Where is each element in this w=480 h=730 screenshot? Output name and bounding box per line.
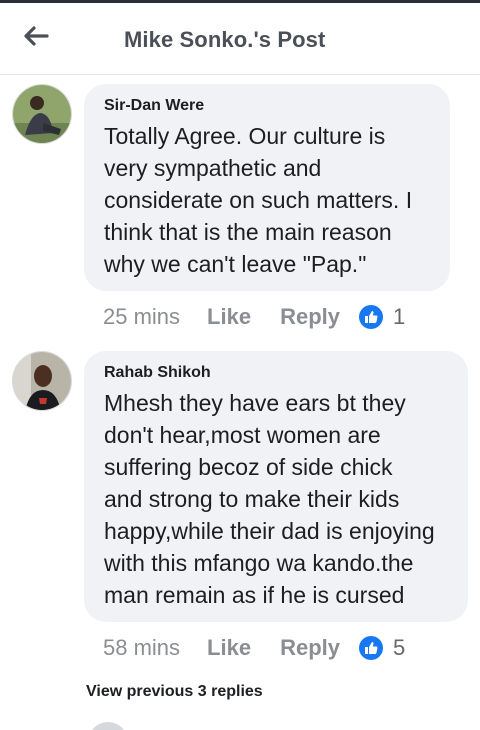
post-header: Mike Sonko.'s Post (0, 3, 480, 75)
like-button[interactable]: Like (207, 635, 251, 661)
comment-timestamp: 25 mins (103, 304, 181, 329)
like-button[interactable]: Like (207, 304, 251, 330)
reaction-count[interactable]: 1 (393, 304, 405, 330)
back-button[interactable] (18, 21, 54, 51)
reply-button[interactable]: Reply (280, 635, 340, 661)
comment-bubble: Rahab Shikoh Mhesh they have ears bt the… (84, 351, 468, 622)
comment-actions: 25 mins Like Reply 1 (103, 302, 405, 332)
reply-button[interactable]: Reply (280, 304, 340, 330)
reaction-count[interactable]: 5 (393, 635, 405, 661)
thumbs-up-icon[interactable] (358, 635, 384, 661)
avatar[interactable] (12, 84, 72, 144)
comment-author[interactable]: Rahab Shikoh (104, 363, 448, 383)
avatar[interactable] (88, 722, 128, 730)
thumbs-up-icon[interactable] (358, 304, 384, 330)
comment-text: Mhesh they have ears bt they don't hear,… (104, 390, 435, 608)
page-title: Mike Sonko.'s Post (124, 27, 326, 52)
comment-bubble: Sir-Dan Were Totally Agree. Our culture … (84, 84, 450, 291)
comment-author[interactable]: Sir-Dan Were (104, 96, 430, 116)
avatar[interactable] (12, 351, 72, 411)
comment-text: Totally Agree. Our culture is very sympa… (104, 123, 413, 277)
comment-timestamp: 58 mins (103, 635, 181, 660)
comment-actions: 58 mins Like Reply 5 (103, 633, 405, 663)
view-previous-replies-link[interactable]: View previous 3 replies (86, 683, 263, 701)
arrow-left-icon (24, 26, 49, 46)
